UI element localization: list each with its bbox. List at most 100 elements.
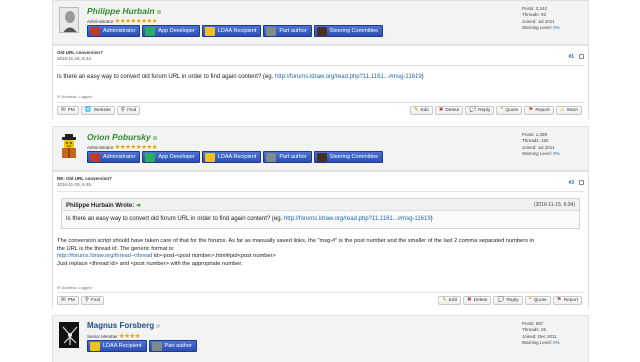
message-line: Just replace <thread id> and <post numbe… bbox=[57, 260, 243, 267]
badge-steering-committee: Steering Committee bbox=[313, 25, 384, 37]
badge-ldaa-recipient: LDAA Recipient bbox=[201, 151, 262, 163]
find-button[interactable]: ⚲ Find bbox=[116, 106, 141, 115]
quote-button[interactable]: ❝ Quote bbox=[496, 106, 523, 115]
badges: LDAA Recipient Part author bbox=[87, 340, 197, 352]
ip-address: IP Address: Logged bbox=[57, 285, 92, 290]
username[interactable]: Philippe Hurbain bbox=[87, 6, 161, 16]
user-role: Administrator★★★★★★★★ bbox=[87, 143, 158, 151]
warning-level-link[interactable]: 0% bbox=[553, 340, 560, 345]
delete-button[interactable]: ✖ Delete bbox=[434, 106, 464, 115]
badge-ldaa-recipient: LDAA Recipient bbox=[201, 25, 262, 37]
envelope-icon: ✉ bbox=[61, 296, 66, 303]
post-3: Orion Pobursky Administrator★★★★★★★★ Adm… bbox=[52, 126, 589, 309]
badge-app-developer: App Developer bbox=[142, 25, 200, 37]
tools-icon bbox=[151, 341, 162, 351]
badge-part-author: Part author bbox=[263, 25, 312, 37]
report-button[interactable]: ⚑ Report bbox=[524, 106, 554, 115]
post-action-bar: ✉ PM 🌐 Website ⚲ Find ✎ Edit ✖ Delete 💬 Reply … bbox=[53, 104, 588, 117]
app-developer-icon bbox=[145, 152, 156, 162]
delete-icon: ✖ bbox=[467, 296, 472, 303]
app-developer-icon bbox=[145, 26, 156, 36]
message-line: The conversion script should have taken … bbox=[57, 238, 534, 244]
post-select-checkbox[interactable] bbox=[579, 180, 584, 185]
avatar[interactable] bbox=[59, 7, 79, 33]
divider bbox=[57, 191, 584, 192]
website-button[interactable]: 🌐 Website bbox=[80, 106, 115, 115]
trophy-icon bbox=[90, 341, 100, 351]
badge-administrator: Administrator bbox=[87, 25, 141, 37]
quote-date: (2016-11-15, 6:34) bbox=[533, 202, 575, 208]
badge-part-author: Part author bbox=[148, 340, 197, 352]
report-icon: ⚑ bbox=[528, 106, 534, 113]
avatar[interactable] bbox=[59, 133, 79, 159]
steering-wheel-icon bbox=[316, 152, 327, 162]
badges: Administrator App Developer LDAA Recipie… bbox=[87, 25, 384, 37]
divider bbox=[57, 65, 584, 66]
post-author-header: Magnus Forsberg Senior Member★★★★ LDAA R… bbox=[53, 316, 588, 362]
report-button[interactable]: ⚑ Report bbox=[552, 296, 582, 305]
rank-stars-icon: ★★★★★★★★ bbox=[114, 144, 158, 151]
post-body: Old URL conversion? 2016-11-15, 6:34 #1 … bbox=[53, 45, 588, 119]
delete-button[interactable]: ✖ Delete bbox=[463, 296, 492, 305]
tools-icon bbox=[266, 152, 277, 162]
trophy-icon bbox=[204, 26, 215, 36]
post-author-header: Philippe Hurbain Administrator★★★★★★★★ A… bbox=[53, 1, 588, 45]
username-text[interactable]: Philippe Hurbain bbox=[87, 6, 155, 16]
username[interactable]: Magnus Forsberg bbox=[87, 321, 161, 330]
tools-icon bbox=[266, 26, 277, 36]
online-status-icon bbox=[152, 135, 157, 140]
warning-level-link[interactable]: 0% bbox=[553, 151, 560, 156]
trophy-icon bbox=[204, 152, 215, 162]
steering-wheel-icon bbox=[316, 26, 327, 36]
username-text[interactable]: Orion Pobursky bbox=[87, 132, 151, 142]
rank-stars-icon: ★★★★★★★★ bbox=[114, 18, 158, 25]
role-text: Administrator bbox=[87, 19, 114, 24]
post-1: Philippe Hurbain Administrator★★★★★★★★ A… bbox=[52, 0, 589, 119]
quote-link[interactable]: http://forums.ldraw.org/read.php?11,1161… bbox=[284, 216, 431, 222]
quote-icon: ❝ bbox=[500, 106, 504, 113]
reply-icon: 💬 bbox=[497, 296, 505, 303]
badge-steering-committee: Steering Committee bbox=[313, 151, 384, 163]
user-role: Administrator★★★★★★★★ bbox=[87, 17, 158, 25]
pm-button[interactable]: ✉ PM bbox=[57, 296, 79, 305]
stat-warning: Warning Level: 0% bbox=[522, 150, 560, 156]
role-text: Administrator bbox=[87, 145, 114, 150]
username-text[interactable]: Magnus Forsberg bbox=[87, 321, 154, 330]
stat-warning: Warning Level: 0% bbox=[522, 339, 560, 345]
quote-icon: ❝ bbox=[528, 296, 532, 303]
format-link[interactable]: http://forums.ldraw.org/thread-<thread bbox=[57, 253, 152, 259]
quote-author: Philippe Hurbain Wrote: ➜ bbox=[66, 203, 141, 209]
reply-button[interactable]: 💬 Reply bbox=[465, 106, 495, 115]
post-number-link[interactable]: #1 bbox=[568, 54, 574, 60]
edit-button[interactable]: ✎ Edit bbox=[438, 296, 461, 305]
badge-administrator: Administrator bbox=[87, 151, 141, 163]
badge-part-author: Part author bbox=[263, 151, 312, 163]
username[interactable]: Orion Pobursky bbox=[87, 132, 157, 142]
post-action-bar: ✉ PM ⚲ Find ✎ Edit ✖ Delete 💬 Reply ❝ Quote ⚑ R… bbox=[53, 294, 588, 307]
post-subject: Old URL conversion? bbox=[57, 50, 103, 55]
post-message: The conversion script should have taken … bbox=[57, 238, 534, 268]
quote-button[interactable]: ❝ Quote bbox=[524, 296, 551, 305]
warning-level-link[interactable]: 0% bbox=[553, 25, 560, 30]
user-role: Senior Member★★★★ bbox=[87, 332, 141, 340]
go-to-post-icon[interactable]: ➜ bbox=[136, 203, 141, 209]
post-author-header: Orion Pobursky Administrator★★★★★★★★ Adm… bbox=[53, 127, 588, 171]
divider bbox=[57, 292, 584, 293]
warn-button[interactable]: ⚠ Warn bbox=[555, 106, 582, 115]
post-message: Is there an easy way to convert old foru… bbox=[57, 74, 424, 80]
message-link[interactable]: http://forums.ldraw.org/read.php?11,1161… bbox=[275, 74, 422, 80]
avatar[interactable] bbox=[59, 322, 79, 348]
edit-button[interactable]: ✎ Edit bbox=[409, 106, 433, 115]
quote-block: Philippe Hurbain Wrote: ➜ (2016-11-15, 6… bbox=[61, 198, 580, 229]
pm-button[interactable]: ✉ PM bbox=[57, 106, 79, 115]
post-select-checkbox[interactable] bbox=[579, 54, 584, 59]
divider bbox=[57, 102, 584, 103]
reply-icon: 💬 bbox=[469, 106, 477, 113]
pencil-icon: ✎ bbox=[442, 296, 447, 303]
post-4: Magnus Forsberg Senior Member★★★★ LDAA R… bbox=[52, 315, 589, 362]
post-number-link[interactable]: #3 bbox=[568, 180, 574, 186]
find-button[interactable]: ⚲ Find bbox=[80, 296, 105, 305]
post-date: 2016-11-15, 6:45 bbox=[57, 182, 91, 187]
post-date: 2016-11-15, 6:34 bbox=[57, 56, 91, 61]
reply-button[interactable]: 💬 Reply bbox=[493, 296, 523, 305]
